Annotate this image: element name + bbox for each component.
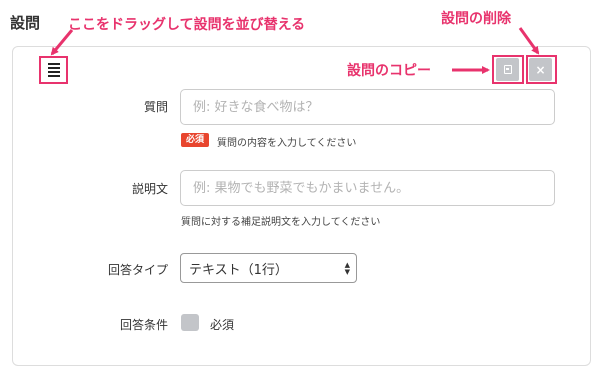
question-help-text: 質問の内容を入力してください — [217, 138, 357, 149]
answer-type-label: 回答タイプ — [107, 263, 168, 277]
question-label: 質問 — [143, 100, 168, 114]
required-badge: 必須 — [181, 133, 210, 147]
drag-handle[interactable] — [39, 56, 68, 84]
delete-icon: × — [535, 62, 546, 77]
select-arrows-icon: ▲ ▼ — [344, 261, 350, 276]
annotation-copy: 設問のコピー — [347, 63, 431, 79]
description-help-text: 質問に対する補足説明文を入力してください — [181, 217, 381, 228]
question-input[interactable] — [180, 89, 555, 125]
required-checkbox[interactable] — [181, 314, 199, 331]
delete-question-button[interactable]: × — [529, 58, 552, 81]
annotation-drag: ここをドラッグして設問を並び替える — [68, 17, 306, 33]
copy-icon — [503, 65, 512, 74]
drag-handle-icon — [47, 63, 60, 77]
answer-type-select[interactable]: テキスト（1行） ▲ ▼ — [180, 253, 357, 283]
annotation-delete: 設問の削除 — [441, 11, 511, 27]
copy-question-button[interactable] — [496, 58, 519, 81]
description-label: 説明文 — [131, 182, 168, 196]
answer-type-value: テキスト（1行） — [189, 262, 288, 278]
required-checkbox-label: 必須 — [210, 318, 235, 332]
answer-condition-label: 回答条件 — [119, 318, 168, 332]
section-title: 設問 — [10, 14, 41, 32]
description-input[interactable] — [180, 170, 555, 206]
